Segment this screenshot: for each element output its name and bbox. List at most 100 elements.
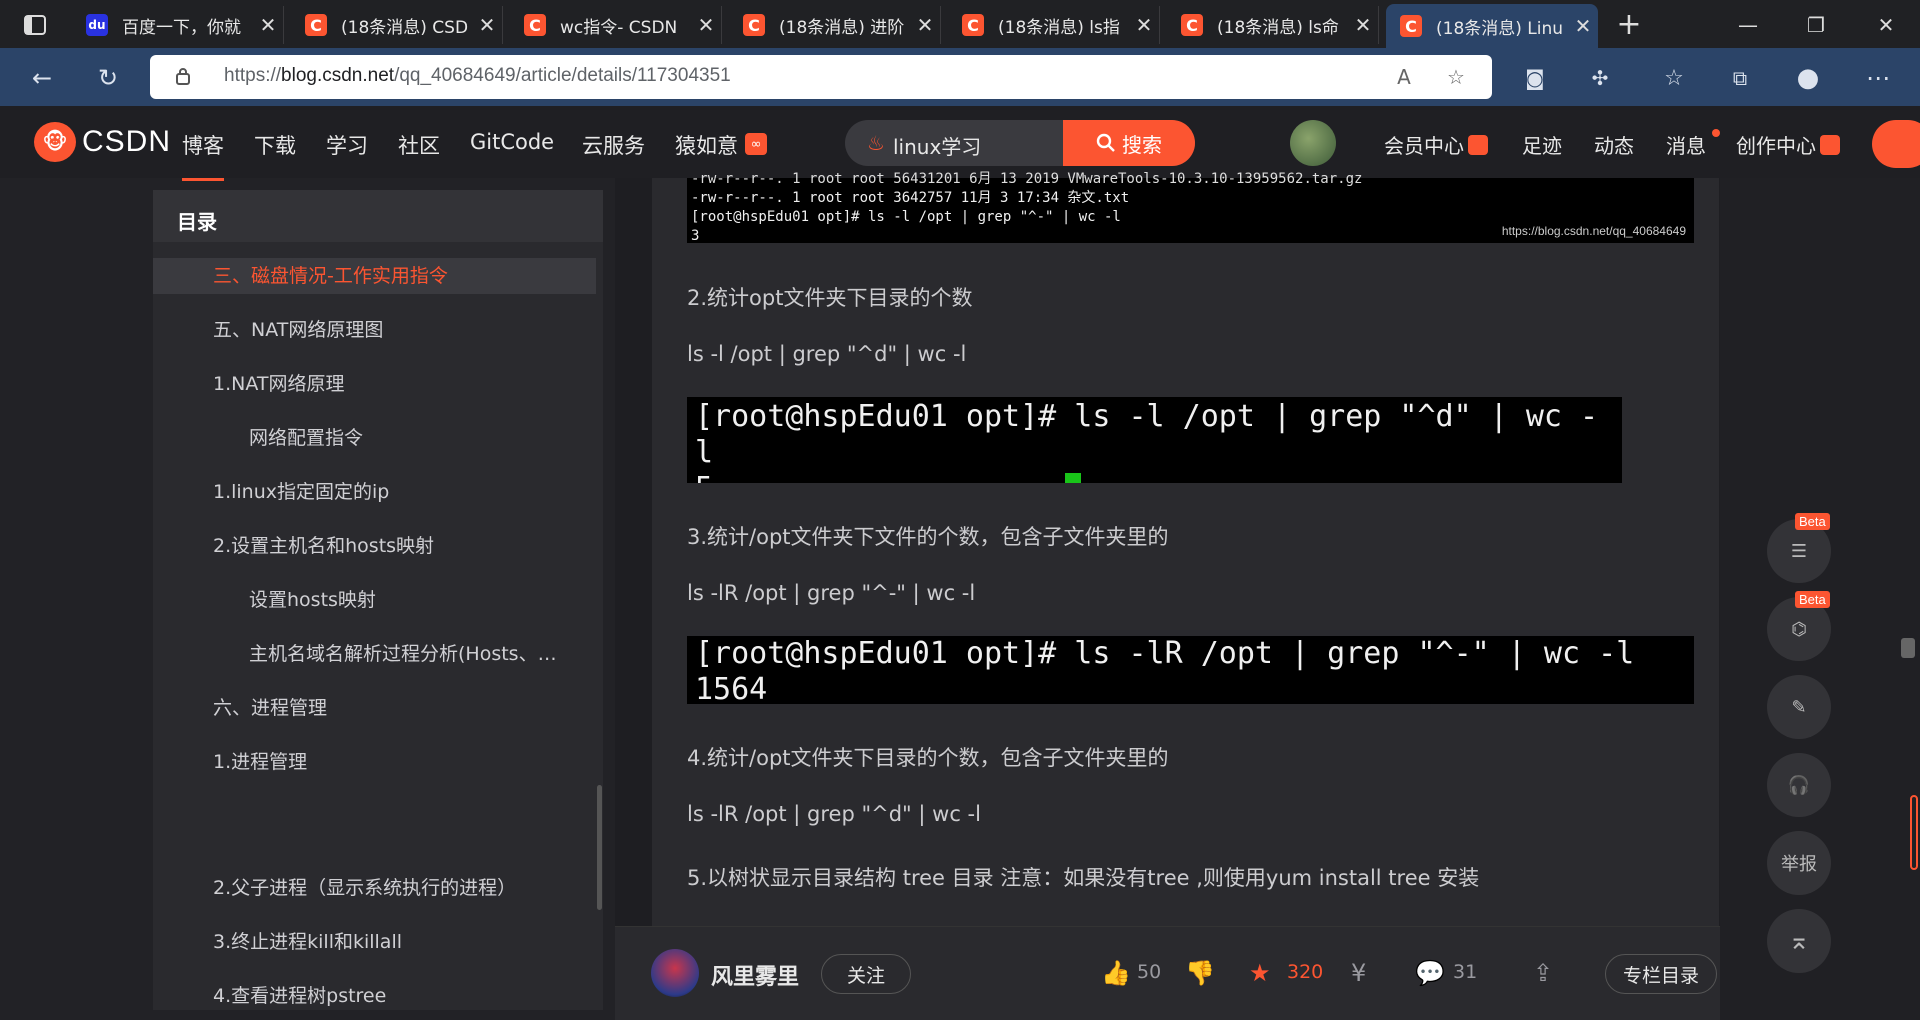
terminal-screenshot: [root@hspEdu01 opt]# ls -lR /opt | grep … xyxy=(687,636,1694,704)
logo-text: CSDN xyxy=(82,125,172,158)
paragraph: 3.统计/opt文件夹下文件的个数，包含子文件夹里的 xyxy=(687,525,1169,549)
profile-icon[interactable]: ● xyxy=(1790,60,1826,96)
award-icon xyxy=(1820,135,1840,155)
nav-community[interactable]: 社区 xyxy=(398,130,440,160)
csdn-icon: C xyxy=(1400,15,1422,37)
restore-icon[interactable]: ❐ xyxy=(1796,10,1836,40)
toc-item[interactable]: 网络配置指令 xyxy=(153,420,603,456)
nav-yuanruyi[interactable]: 猿如意 xyxy=(675,130,738,160)
toc-item[interactable]: 五、NAT网络原理图 xyxy=(153,312,603,348)
url-text[interactable]: https://blog.csdn.net/qq_40684649/articl… xyxy=(224,65,731,87)
back-to-top-icon[interactable]: ⌅ xyxy=(1767,909,1831,973)
nav-blog[interactable]: 博客 xyxy=(182,130,224,181)
toc-item[interactable]: 4.查看进程树pstree xyxy=(153,978,603,1010)
paragraph: 5.以树状显示目录结构 tree 目录 注意：如果没有tree ,则使用yum … xyxy=(687,866,1480,890)
paragraph: 4.统计/opt文件夹下目录的个数，包含子文件夹里的 xyxy=(687,746,1169,770)
dislike-icon[interactable]: 👎 xyxy=(1185,959,1215,987)
toc-sidebar: 目录 三、磁盘情况-工作实用指令 五、NAT网络原理图 1.NAT网络原理 网络… xyxy=(153,190,603,1010)
csdn-logo[interactable]: 🐵 CSDN xyxy=(34,122,171,162)
author-avatar[interactable] xyxy=(651,949,699,997)
toc-item[interactable]: 2.设置主机名和hosts映射 xyxy=(153,528,603,564)
back-icon[interactable]: ← xyxy=(24,60,60,96)
footprint-link[interactable]: 足迹 xyxy=(1522,130,1562,159)
nav-gitcode[interactable]: GitCode xyxy=(470,130,554,154)
browser-tab[interactable]: C (18条消息) 进阶 ✕ xyxy=(729,6,941,44)
close-icon[interactable]: ✕ xyxy=(253,13,283,37)
toc-item[interactable]: 1.NAT网络原理 xyxy=(153,366,603,402)
edit-icon[interactable]: ✎ xyxy=(1767,675,1831,739)
progress-indicator xyxy=(1910,795,1918,870)
close-icon[interactable]: ✕ xyxy=(472,13,502,37)
beta-badge: Beta xyxy=(1795,591,1830,608)
like-count: 50 xyxy=(1137,961,1162,983)
browser-tab[interactable]: C (18条消息) CSD ✕ xyxy=(291,6,503,44)
nav-learn[interactable]: 学习 xyxy=(326,130,368,160)
browser-tab[interactable]: du 百度一下，你就 ✕ xyxy=(72,6,284,44)
close-icon[interactable]: ✕ xyxy=(1568,14,1598,38)
terminal-cursor xyxy=(1065,473,1081,483)
search-box[interactable]: ♨ linux学习 搜索 xyxy=(845,120,1195,166)
creator-center-link[interactable]: 创作中心 xyxy=(1736,130,1840,159)
column-directory-button[interactable]: 专栏目录 xyxy=(1605,954,1717,994)
toc-item[interactable]: 三、磁盘情况-工作实用指令 xyxy=(153,258,596,294)
vip-center-link[interactable]: 会员中心 xyxy=(1384,130,1488,159)
csdn-icon: C xyxy=(524,14,546,36)
toc-item[interactable]: 2.父子进程（显示系统执行的进程） xyxy=(153,870,603,906)
toc-item[interactable]: 1.linux指定固定的ip xyxy=(153,474,603,510)
refresh-icon[interactable]: ↻ xyxy=(90,60,126,96)
paragraph: 2.统计opt文件夹下目录的个数 xyxy=(687,286,973,310)
favorites-icon[interactable]: ☆ xyxy=(1656,60,1692,96)
browser-tab[interactable]: C (18条消息) ls命 ✕ xyxy=(1167,6,1379,44)
star-icon[interactable]: ★ xyxy=(1249,959,1271,987)
toc-item[interactable]: 3.终止进程kill和killall xyxy=(153,924,603,960)
browser-toolbar: ← ↻ https://blog.csdn.net/qq_40684649/ar… xyxy=(0,48,1920,106)
report-button[interactable]: 举报 xyxy=(1767,831,1831,895)
scrollbar-thumb[interactable] xyxy=(1901,638,1915,658)
nav-cloud[interactable]: 云服务 xyxy=(582,130,645,160)
toc-item[interactable]: 1.进程管理 xyxy=(153,744,603,780)
read-aloud-icon[interactable]: A xyxy=(1390,63,1418,91)
toc-scrollbar[interactable] xyxy=(597,785,602,910)
browser-tab-active[interactable]: C (18条消息) Linu ✕ xyxy=(1386,4,1598,48)
notification-dot xyxy=(1712,129,1720,137)
toc-item[interactable]: 设置hosts映射 xyxy=(153,582,603,618)
search-button[interactable]: 搜索 xyxy=(1063,120,1195,166)
browser-tab[interactable]: C wc指令- CSDN ✕ xyxy=(510,6,722,44)
page-scrollbar[interactable] xyxy=(1897,178,1920,1020)
nav-download[interactable]: 下载 xyxy=(254,130,296,160)
window-close-icon[interactable]: ✕ xyxy=(1866,10,1906,40)
tab-actions-icon[interactable] xyxy=(14,10,56,40)
toc-item[interactable]: 六、进程管理 xyxy=(153,690,603,726)
add-favorite-icon[interactable]: ☆ xyxy=(1442,63,1470,91)
messages-link[interactable]: 消息 xyxy=(1666,130,1706,159)
collections-icon[interactable]: ⧉ xyxy=(1722,60,1758,96)
browser-tab[interactable]: C (18条消息) ls指 ✕ xyxy=(948,6,1160,44)
close-icon[interactable]: ✕ xyxy=(1129,13,1159,37)
follow-button[interactable]: 关注 xyxy=(821,954,911,994)
address-bar[interactable]: https://blog.csdn.net/qq_40684649/articl… xyxy=(150,55,1492,99)
author-name[interactable]: 风里雾里 xyxy=(711,959,799,991)
publish-button[interactable] xyxy=(1872,120,1920,168)
more-icon[interactable]: ⋯ xyxy=(1860,60,1896,96)
like-icon[interactable]: 👍 xyxy=(1101,959,1131,987)
terminal-screenshot: [root@hspEdu01 opt]# ls -l /opt | grep "… xyxy=(687,397,1622,483)
comment-icon[interactable]: 💬 xyxy=(1415,959,1445,987)
activity-link[interactable]: 动态 xyxy=(1594,130,1634,159)
extension-icon[interactable]: ◙ xyxy=(1517,60,1553,96)
watermark: https://blog.csdn.net/qq_40684649 xyxy=(1501,224,1686,238)
headset-icon[interactable]: 🎧 xyxy=(1767,753,1831,817)
terminal-screenshot: -rw-r--r--. 1 root root 56431201 6月 13 2… xyxy=(687,171,1694,244)
close-icon[interactable]: ✕ xyxy=(1348,13,1378,37)
reward-icon[interactable]: ¥ xyxy=(1351,959,1366,987)
csdn-header: 🐵 CSDN 博客 下载 学习 社区 GitCode 云服务 猿如意 ∞ ♨ l… xyxy=(0,106,1920,181)
puzzle-icon[interactable]: ✣ xyxy=(1582,60,1618,96)
new-tab-icon[interactable]: + xyxy=(1612,7,1646,42)
share-icon[interactable]: ⇪ xyxy=(1533,959,1553,987)
close-icon[interactable]: ✕ xyxy=(910,13,940,37)
close-icon[interactable]: ✕ xyxy=(691,13,721,37)
toc-item[interactable]: 主机名域名解析过程分析(Hosts、DNS) xyxy=(153,636,567,672)
search-input[interactable]: linux学习 xyxy=(893,131,981,160)
minimize-icon[interactable]: — xyxy=(1728,10,1768,40)
user-avatar[interactable] xyxy=(1290,120,1336,166)
csdn-icon: C xyxy=(1181,14,1203,36)
